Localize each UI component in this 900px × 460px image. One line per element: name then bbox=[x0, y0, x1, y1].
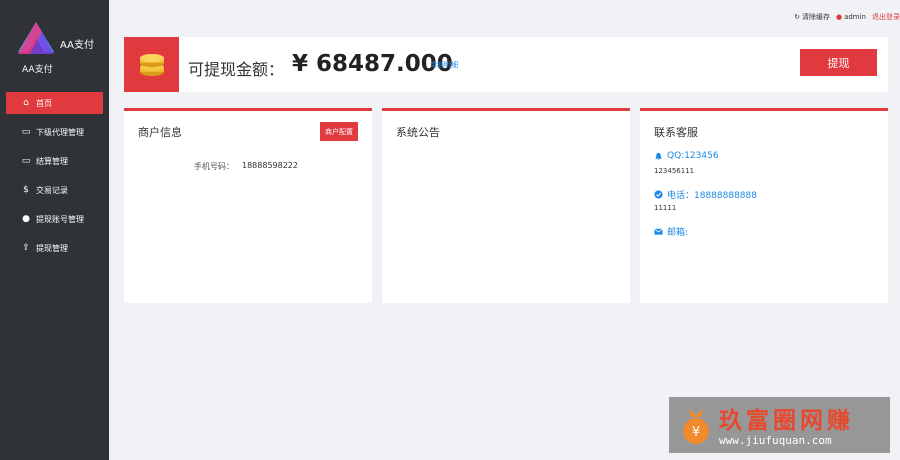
sidebar-item-label: 下级代理管理 bbox=[36, 127, 84, 137]
sidebar-item-settlement[interactable]: ▭ 结算管理 bbox=[6, 150, 103, 172]
balance-panel: 可提现金额： ¥ 68487.000 余额明细 提现 bbox=[124, 37, 888, 92]
check-circle-icon bbox=[654, 190, 663, 199]
topbar: ↻ 清除缓存 ● admin 退出登录 bbox=[794, 12, 900, 22]
email-label: 邮箱: bbox=[667, 228, 689, 238]
bell-icon bbox=[655, 152, 662, 161]
card-title: 系统公告 bbox=[396, 126, 440, 139]
user-icon: ● bbox=[835, 13, 843, 21]
card-title: 联系客服 bbox=[654, 126, 698, 139]
watermark-title: 玖富圈网赚 bbox=[719, 407, 854, 434]
mail-icon bbox=[654, 228, 663, 235]
sidebar-item-label: 首页 bbox=[36, 98, 52, 108]
sidebar-item-label: 提现管理 bbox=[36, 243, 68, 253]
clear-cache-link[interactable]: ↻ 清除缓存 bbox=[794, 12, 830, 22]
brand-subtitle: AA支付 bbox=[22, 65, 53, 75]
merchant-info-card: 商户信息 商户配置 手机号码： 18888598222 bbox=[124, 108, 372, 303]
card-icon: ▭ bbox=[21, 127, 31, 137]
withdraw-button[interactable]: 提现 bbox=[800, 49, 877, 76]
balance-amount: ¥ 68487.000 bbox=[292, 51, 453, 77]
email-contact[interactable]: 邮箱: bbox=[654, 225, 688, 238]
username: admin bbox=[844, 13, 866, 21]
sidebar-item-withdraw-accounts[interactable]: ● 提现账号管理 bbox=[6, 208, 103, 230]
watermark-url: www.jiufuquan.com bbox=[719, 434, 832, 447]
svg-text:¥: ¥ bbox=[692, 425, 700, 440]
logout-link[interactable]: 退出登录 bbox=[872, 12, 900, 22]
balance-detail-link[interactable]: 余额明细 bbox=[430, 60, 458, 70]
qq-label: QQ:123456 bbox=[667, 151, 719, 161]
phone-sub: 11111 bbox=[654, 204, 677, 212]
sidebar-item-home[interactable]: ⌂ 首页 bbox=[6, 92, 103, 114]
card-icon: ▭ bbox=[21, 156, 31, 166]
sidebar-item-agents[interactable]: ▭ 下级代理管理 bbox=[6, 121, 103, 143]
qq-sub: 123456111 bbox=[654, 167, 695, 175]
sidebar: AA支付 AA支付 ⌂ 首页 ▭ 下级代理管理 ▭ 结算管理 $ 交易记录 ● … bbox=[0, 0, 109, 460]
dollar-icon: $ bbox=[23, 185, 29, 195]
sidebar-menu: ⌂ 首页 ▭ 下级代理管理 ▭ 结算管理 $ 交易记录 ● 提现账号管理 ⇪ 提… bbox=[0, 92, 109, 266]
contact-support-card: 联系客服 QQ:123456 123456111 电话：18888888888 … bbox=[640, 108, 888, 303]
coins-icon bbox=[139, 53, 164, 76]
money-bag-icon: ¥ bbox=[683, 409, 709, 444]
phone-contact-label: 电话：18888888888 bbox=[667, 191, 757, 201]
card-title: 商户信息 bbox=[138, 126, 182, 139]
system-notice-card: 系统公告 bbox=[382, 108, 630, 303]
refresh-icon: ↻ bbox=[794, 13, 800, 21]
coin-icon-box bbox=[124, 37, 179, 92]
clear-cache-label: 清除缓存 bbox=[801, 13, 830, 21]
merchant-config-button[interactable]: 商户配置 bbox=[320, 122, 358, 141]
logo-icon bbox=[18, 22, 54, 54]
sidebar-item-label: 结算管理 bbox=[36, 156, 68, 166]
sidebar-item-label: 提现账号管理 bbox=[36, 214, 84, 224]
qq-contact[interactable]: QQ:123456 bbox=[654, 151, 719, 161]
user-icon: ● bbox=[22, 214, 30, 224]
phone-label: 手机号码： bbox=[194, 162, 234, 171]
user-menu[interactable]: ● admin bbox=[836, 13, 866, 21]
upload-icon: ⇪ bbox=[22, 243, 30, 253]
phone-contact[interactable]: 电话：18888888888 bbox=[654, 188, 757, 201]
phone-value: 18888598222 bbox=[242, 161, 298, 170]
balance-label: 可提现金额： bbox=[188, 60, 285, 79]
sidebar-item-transactions[interactable]: $ 交易记录 bbox=[6, 179, 103, 201]
sidebar-item-withdrawals[interactable]: ⇪ 提现管理 bbox=[6, 237, 103, 259]
sidebar-item-label: 交易记录 bbox=[36, 185, 68, 195]
home-icon: ⌂ bbox=[23, 98, 29, 108]
brand-title: AA支付 bbox=[60, 40, 94, 51]
watermark-overlay: ¥ 玖富圈网赚 www.jiufuquan.com bbox=[669, 397, 890, 453]
